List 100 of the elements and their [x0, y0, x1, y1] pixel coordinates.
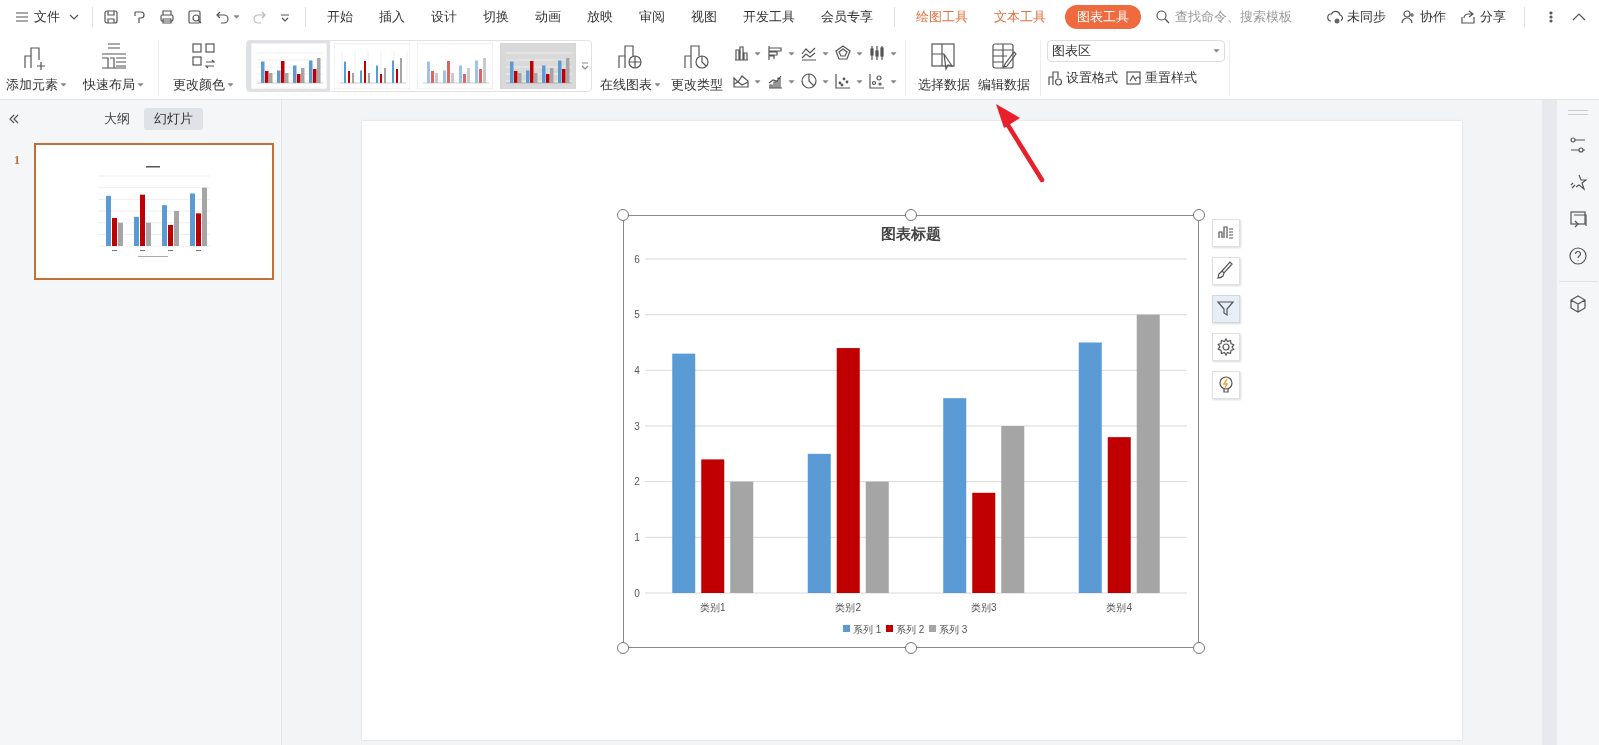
- area-chart-icon: [733, 73, 751, 91]
- resize-handle[interactable]: [617, 209, 629, 221]
- resize-handle[interactable]: [905, 209, 917, 221]
- online-button[interactable]: 在线图表: [600, 36, 661, 96]
- reset-button[interactable]: 重置样式: [1126, 69, 1197, 88]
- settings-icon: [1216, 337, 1236, 357]
- gallery-more-icon: [581, 61, 589, 71]
- edit-data-button[interactable]: 编辑数据: [978, 36, 1030, 96]
- scatter-chart-button[interactable]: [835, 72, 863, 92]
- caret-icon: [890, 51, 897, 57]
- axis-tick-label: 5: [634, 309, 640, 321]
- bubble-chart-button[interactable]: [869, 72, 897, 92]
- collaborate-button[interactable]: 协作: [1400, 7, 1446, 27]
- legend-label: 系列 1: [853, 624, 882, 635]
- save-icon: [103, 9, 119, 25]
- undo-icon: [214, 9, 231, 25]
- chart-element-dropdown[interactable]: 图表区: [1047, 40, 1225, 62]
- filter-tool-button[interactable]: [1212, 295, 1240, 323]
- panel-grip[interactable]: [1568, 110, 1588, 115]
- select-data-button[interactable]: 选择数据: [918, 36, 970, 96]
- file-menu[interactable]: 文件: [14, 7, 80, 27]
- share-button[interactable]: 分享: [1460, 7, 1506, 27]
- properties-icon: [1569, 136, 1587, 154]
- scrollbar[interactable]: [1542, 100, 1557, 745]
- axis-tick-label: 2: [634, 476, 640, 488]
- resize-handle[interactable]: [617, 642, 629, 654]
- ribbon-tab[interactable]: 插入: [366, 7, 418, 27]
- cube-icon: [1569, 295, 1587, 313]
- panel-tab[interactable]: 大纲: [94, 108, 140, 130]
- change-button[interactable]: 更改类型: [671, 36, 723, 96]
- caret-icon: [60, 82, 67, 89]
- ribbon-tab[interactable]: 切换: [470, 7, 522, 27]
- legend-label: 系列 2: [896, 624, 925, 635]
- sync-button[interactable]: 未同步: [1327, 7, 1386, 27]
- ribbon-tab[interactable]: 视图: [678, 7, 730, 27]
- resize-handle[interactable]: [1193, 642, 1205, 654]
- category-label: 类别1: [699, 602, 726, 613]
- slide-number: 1: [13, 152, 21, 169]
- caret-icon: [890, 79, 897, 85]
- category-label: 类别4: [1106, 602, 1133, 613]
- axis-tick-label: 3: [634, 420, 640, 432]
- filter-icon: [1216, 299, 1236, 319]
- format-painter-icon: [131, 9, 147, 25]
- side-tool-button[interactable]: [1566, 244, 1590, 268]
- reset-icon: [1126, 70, 1142, 87]
- ideas-tool-button[interactable]: [1212, 371, 1240, 399]
- ribbon-tab[interactable]: 开发工具: [730, 7, 808, 27]
- format-button[interactable]: 设置格式: [1047, 69, 1118, 88]
- settings-tool-button[interactable]: [1212, 333, 1240, 361]
- ribbon-tab[interactable]: 动画: [522, 7, 574, 27]
- caret-icon: [232, 14, 240, 20]
- axis-tick-label: 4: [634, 364, 640, 376]
- column-chart-icon: [733, 45, 751, 63]
- share-icon: [1460, 9, 1476, 25]
- column-chart-button[interactable]: [733, 44, 761, 64]
- colors-button[interactable]: 更改颜色: [173, 36, 234, 96]
- ribbon-tab[interactable]: 放映: [574, 7, 626, 27]
- caret-icon: [822, 79, 829, 85]
- search-icon: [1155, 9, 1171, 25]
- style-tool-button[interactable]: [1212, 257, 1240, 285]
- ribbon-tab[interactable]: 会员专享: [808, 7, 886, 27]
- search-field[interactable]: 查找命令、搜索模板: [1175, 7, 1315, 27]
- help-icon: [1569, 247, 1587, 265]
- chart-title: 图表标题: [881, 225, 941, 242]
- caret-icon: [856, 51, 863, 57]
- caret-icon: [788, 51, 795, 57]
- elements-tool-button[interactable]: [1212, 219, 1240, 247]
- slide-thumbnail[interactable]: [34, 143, 274, 280]
- print-preview-icon: [187, 9, 203, 25]
- resize-handle[interactable]: [1193, 209, 1205, 221]
- ribbon-tab[interactable]: 设计: [418, 7, 470, 27]
- ribbon-tab[interactable]: 开始: [314, 7, 366, 27]
- caret-icon: [788, 79, 795, 85]
- combo-chart-icon: [767, 73, 785, 91]
- caret-icon: [137, 82, 144, 89]
- layout-button[interactable]: 快速布局: [83, 36, 144, 96]
- category-label: 类别3: [970, 602, 997, 613]
- stock-chart-icon: [869, 45, 887, 63]
- ideas-icon: [1216, 375, 1236, 395]
- panel-tab[interactable]: 幻灯片: [144, 108, 203, 130]
- pie-chart-icon: [801, 73, 819, 91]
- double-chevron-left-icon: [8, 113, 20, 125]
- axis-tick-label: 6: [634, 253, 640, 265]
- star-icon: [1569, 173, 1587, 191]
- screen-cast-icon: [1569, 210, 1587, 228]
- caret-icon: [856, 79, 863, 85]
- bar-chart-icon: [767, 45, 785, 63]
- sync-icon: [1327, 9, 1343, 25]
- scatter-chart-icon: [835, 73, 853, 91]
- ribbon-tab[interactable]: 审阅: [626, 7, 678, 27]
- caret-icon: [754, 51, 761, 57]
- radar-chart-icon: [835, 45, 853, 63]
- caret-icon: [754, 79, 761, 85]
- add-button[interactable]: 添加元素: [6, 36, 67, 96]
- pie-chart-button[interactable]: [801, 72, 829, 92]
- axis-tick-label: 1: [634, 531, 640, 543]
- format-icon: [1047, 70, 1063, 87]
- line-chart-icon: [801, 45, 819, 63]
- caret-icon: [227, 82, 234, 89]
- category-label: 类别2: [835, 602, 862, 613]
